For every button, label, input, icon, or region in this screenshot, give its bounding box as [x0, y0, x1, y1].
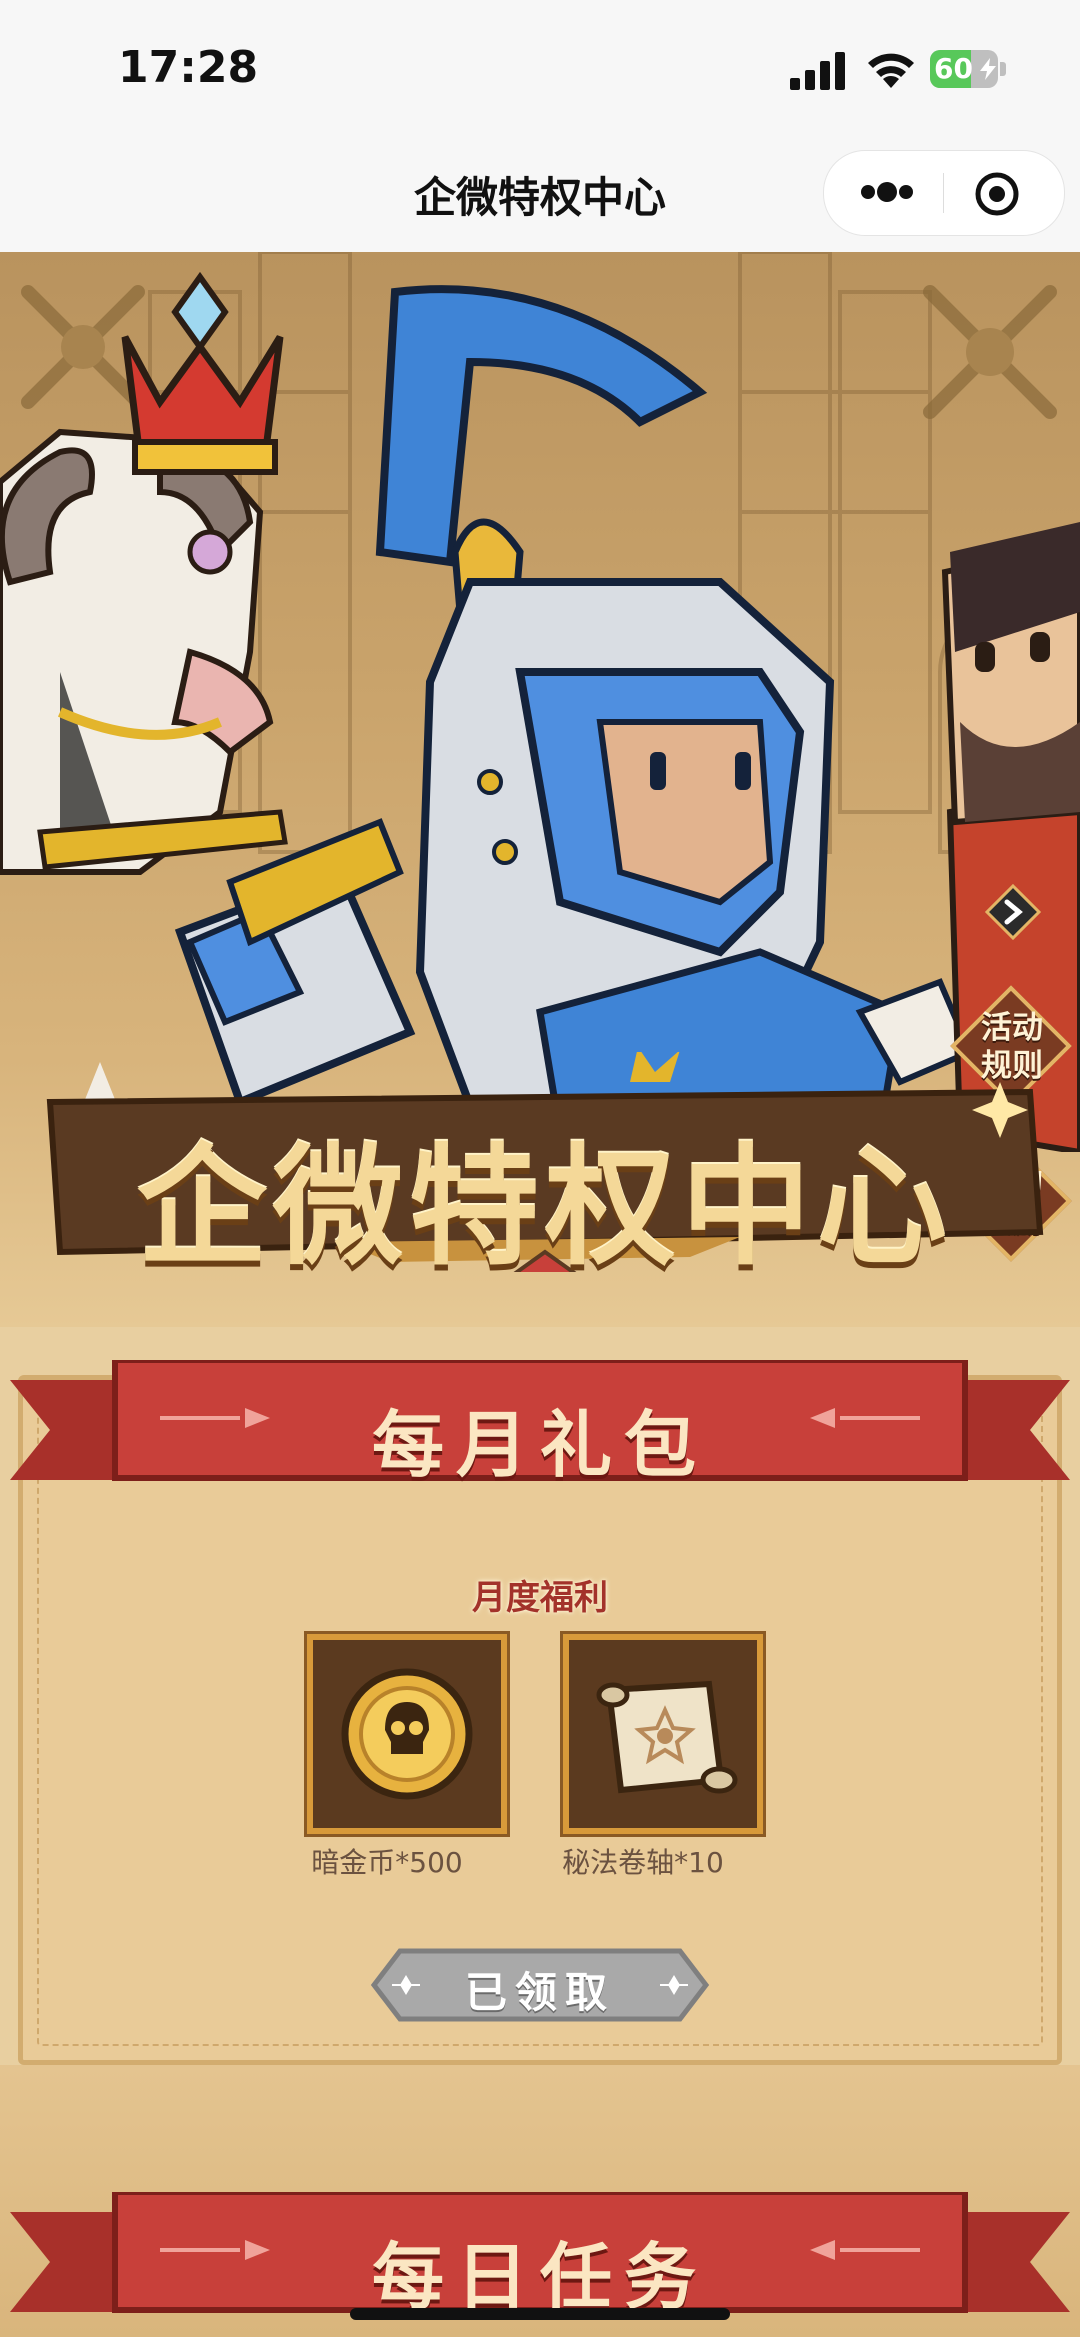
more-icon[interactable]: [858, 177, 916, 207]
hero-title-text: 企微特权中心: [136, 1131, 953, 1283]
reward-item-dark-gold-coin[interactable]: [304, 1631, 510, 1837]
monthly-gift-ribbon: 每月礼包: [0, 1360, 1080, 1500]
close-miniprogram-icon[interactable]: [974, 171, 1020, 217]
expand-arrow-button[interactable]: [985, 884, 1041, 940]
monthly-gift-title: 每月礼包: [371, 1403, 708, 1487]
wifi-icon: [868, 53, 914, 88]
knight-character: [174, 285, 974, 1136]
capsule-divider: [943, 173, 944, 213]
reward-item-arcane-scroll[interactable]: [560, 1631, 766, 1837]
claimed-button-label: 已领取: [464, 1968, 615, 2017]
battery-charging-icon: 60: [930, 50, 1008, 90]
mini-program-capsule: [823, 150, 1065, 236]
battery-percent: 60: [934, 52, 973, 85]
signal-icon: [790, 52, 845, 90]
skull-coin-icon: [341, 1668, 473, 1800]
claimed-button[interactable]: 已领取: [370, 1945, 710, 2025]
hero-banner: 活动 规则 我的 奖励 企微特权中心: [0, 252, 1080, 1327]
monthly-benefit-subtitle: 月度福利: [472, 1578, 608, 1618]
mini-program-nav-bar: 企微特权中心: [0, 140, 1080, 252]
status-time: 17:28: [118, 42, 259, 93]
scroll-icon: [596, 1680, 738, 1794]
reward-item-label-scroll: 秘法卷轴*10: [562, 1846, 724, 1879]
status-bar: 17:28 60: [0, 0, 1080, 140]
hero-title-plate: 企微特权中心: [40, 1052, 1050, 1283]
hero-characters-illustration: [0, 271, 1080, 1152]
reward-item-label-coin: 暗金币*500: [311, 1846, 463, 1879]
charging-bolt-icon: [980, 58, 996, 80]
home-indicator[interactable]: [350, 2308, 730, 2320]
